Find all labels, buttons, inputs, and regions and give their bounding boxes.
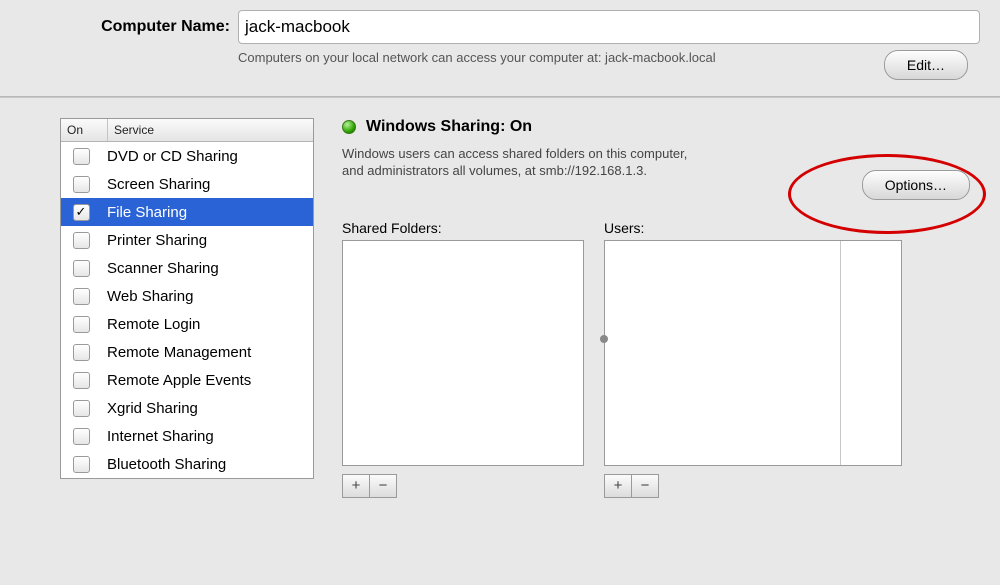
shared-folders-addremove: + − <box>342 474 584 498</box>
service-row[interactable]: Scanner Sharing <box>61 254 313 282</box>
add-folder-button[interactable]: + <box>342 474 370 498</box>
computer-name-field[interactable]: jack-macbook <box>238 10 980 44</box>
top-section: Computer Name: jack-macbook Computers on… <box>0 0 1000 96</box>
shared-folders-column: Shared Folders: + − <box>342 220 584 498</box>
shared-folders-list[interactable] <box>342 240 584 466</box>
service-checkbox-cell <box>61 456 101 473</box>
computer-name-label: Computer Name: <box>80 18 238 36</box>
service-detail: Windows Sharing: On Windows users can ac… <box>342 118 982 498</box>
computer-name-help-row: Computers on your local network can acce… <box>80 50 980 80</box>
service-checkbox-cell <box>61 232 101 249</box>
remove-folder-button[interactable]: − <box>370 474 397 498</box>
service-checkbox-cell <box>61 288 101 305</box>
service-row[interactable]: ✓ File Sharing <box>61 198 313 226</box>
service-row[interactable]: Internet Sharing <box>61 422 313 450</box>
service-checkbox[interactable] <box>73 456 90 473</box>
service-label: File Sharing <box>101 204 313 221</box>
service-checkbox-cell <box>61 260 101 277</box>
computer-name-value: jack-macbook <box>245 17 350 37</box>
service-label: Bluetooth Sharing <box>101 456 313 473</box>
add-user-button[interactable]: + <box>604 474 632 498</box>
shared-folders-label: Shared Folders: <box>342 220 584 236</box>
service-checkbox[interactable] <box>73 400 90 417</box>
service-checkbox-cell <box>61 344 101 361</box>
services-header: On Service <box>61 119 313 142</box>
service-checkbox[interactable] <box>73 176 90 193</box>
service-checkbox-cell: ✓ <box>61 204 101 221</box>
options-button[interactable]: Options… <box>862 170 970 200</box>
service-checkbox[interactable]: ✓ <box>73 204 90 221</box>
computer-name-help: Computers on your local network can acce… <box>238 50 884 66</box>
users-column: Users: + − <box>604 220 902 498</box>
service-checkbox[interactable] <box>73 428 90 445</box>
service-checkbox-cell <box>61 148 101 165</box>
resize-handle-icon[interactable] <box>600 335 608 343</box>
service-checkbox-cell <box>61 176 101 193</box>
lower-section: On Service DVD or CD Sharing Screen Shari… <box>0 98 1000 498</box>
users-addremove: + − <box>604 474 902 498</box>
services-rows: DVD or CD Sharing Screen Sharing ✓ File Sha… <box>61 142 313 478</box>
service-row[interactable]: Printer Sharing <box>61 226 313 254</box>
users-label: Users: <box>604 220 902 236</box>
edit-button[interactable]: Edit… <box>884 50 968 80</box>
service-checkbox-cell <box>61 400 101 417</box>
service-label: Remote Apple Events <box>101 372 313 389</box>
service-label: Internet Sharing <box>101 428 313 445</box>
services-list: On Service DVD or CD Sharing Screen Shari… <box>60 118 314 479</box>
tables-row: Shared Folders: + − Users: + − <box>342 220 970 498</box>
service-checkbox-cell <box>61 372 101 389</box>
status-indicator-icon <box>342 120 356 134</box>
service-row[interactable]: Remote Management <box>61 338 313 366</box>
service-checkbox-cell <box>61 428 101 445</box>
service-label: Remote Login <box>101 316 313 333</box>
service-label: DVD or CD Sharing <box>101 148 313 165</box>
service-checkbox[interactable] <box>73 148 90 165</box>
status-line: Windows Sharing: On <box>342 118 970 136</box>
service-row[interactable]: Xgrid Sharing <box>61 394 313 422</box>
services-header-on[interactable]: On <box>61 119 108 141</box>
service-checkbox-cell <box>61 316 101 333</box>
options-button-wrap: Options… <box>862 170 970 200</box>
service-checkbox[interactable] <box>73 260 90 277</box>
service-label: Xgrid Sharing <box>101 400 313 417</box>
edit-button-wrap: Edit… <box>884 50 980 80</box>
service-row[interactable]: Remote Login <box>61 310 313 338</box>
service-checkbox[interactable] <box>73 372 90 389</box>
service-label: Printer Sharing <box>101 232 313 249</box>
service-checkbox[interactable] <box>73 344 90 361</box>
service-row[interactable]: Screen Sharing <box>61 170 313 198</box>
service-label: Screen Sharing <box>101 176 313 193</box>
services-header-service[interactable]: Service <box>108 119 313 141</box>
sharing-pref-pane: Computer Name: jack-macbook Computers on… <box>0 0 1000 585</box>
users-list[interactable] <box>604 240 902 466</box>
remove-user-button[interactable]: − <box>632 474 659 498</box>
service-label: Web Sharing <box>101 288 313 305</box>
service-row[interactable]: Remote Apple Events <box>61 366 313 394</box>
service-row[interactable]: Bluetooth Sharing <box>61 450 313 478</box>
service-checkbox[interactable] <box>73 316 90 333</box>
users-column-divider <box>840 241 841 465</box>
computer-name-row: Computer Name: jack-macbook <box>80 10 980 44</box>
status-title: Windows Sharing: On <box>366 118 532 136</box>
service-label: Remote Management <box>101 344 313 361</box>
status-description: Windows users can access shared folders … <box>342 146 702 180</box>
service-row[interactable]: Web Sharing <box>61 282 313 310</box>
service-checkbox[interactable] <box>73 232 90 249</box>
service-row[interactable]: DVD or CD Sharing <box>61 142 313 170</box>
service-checkbox[interactable] <box>73 288 90 305</box>
service-label: Scanner Sharing <box>101 260 313 277</box>
